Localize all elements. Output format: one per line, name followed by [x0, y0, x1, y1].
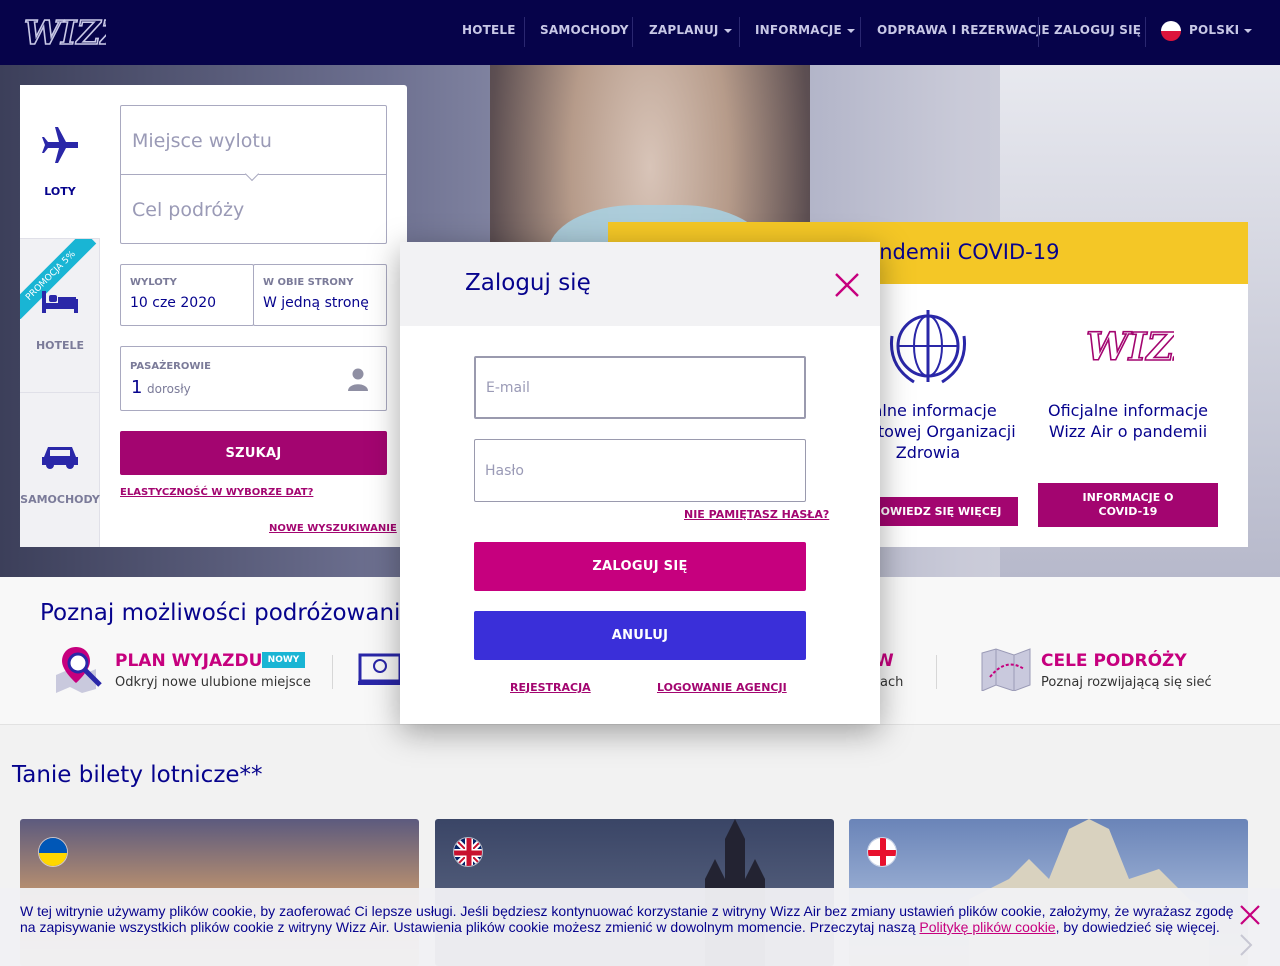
laptop-search-icon — [358, 653, 402, 685]
poland-flag-icon — [1161, 21, 1181, 41]
svg-text:WIZZ: WIZZ — [24, 13, 106, 52]
search-tabs: LOTY PROMOCJA 5% HOTELE SAMOCHODY — [20, 85, 100, 547]
nav-divider — [632, 17, 633, 47]
new-badge: NOWY — [262, 652, 305, 668]
passengers-field[interactable]: PASAŻEROWIE 1 dorosły — [120, 346, 387, 411]
top-navigation: WIZZ HOTELE SAMOCHODY ZAPLANUJ INFORMACJ… — [0, 0, 1280, 65]
cookie-banner: W tej witrynie używamy plików cookie, by… — [0, 888, 1280, 966]
departure-date-label: WYLOTY — [130, 277, 177, 288]
nav-divider — [524, 17, 525, 47]
tab-flights[interactable]: LOTY — [20, 85, 100, 239]
return-date-value: W jedną stronę — [263, 295, 369, 311]
cheap-tickets-title: Tanie bilety lotnicze** — [12, 762, 263, 788]
destinations-title[interactable]: CELE PODRÓŻY — [1041, 651, 1187, 671]
tab-flights-label: LOTY — [44, 185, 76, 198]
destinations-map-icon — [981, 648, 1031, 691]
nav-hotels[interactable]: HOTELE — [462, 23, 516, 37]
map-pin-search-icon — [56, 647, 102, 693]
nav-checkin[interactable]: ODPRAWA I REZERWACJE — [877, 23, 1050, 37]
cookie-text-block: W tej witrynie używamy plików cookie, by… — [20, 903, 1240, 935]
nav-plan[interactable]: ZAPLANUJ — [649, 23, 732, 37]
nav-plan-label: ZAPLANUJ — [649, 23, 719, 37]
search-button[interactable]: SZUKAJ — [120, 431, 387, 475]
chevron-down-icon — [1244, 28, 1253, 33]
cookie-message-tail: , by dowiedzieć się więcej. — [1055, 919, 1220, 935]
plan-trip-subtitle: Odkryj nowe ulubione miejsce — [115, 675, 311, 690]
new-search-link[interactable]: NOWE WYSZUKIWANIE — [269, 523, 397, 534]
nav-divider — [1038, 17, 1039, 47]
close-icon[interactable] — [834, 272, 860, 298]
nav-divider — [860, 17, 861, 47]
language-label: POLSKI — [1189, 23, 1240, 37]
cancel-button[interactable]: ANULUJ — [474, 611, 806, 660]
nav-information-label: INFORMACJE — [755, 23, 842, 37]
password-field[interactable] — [474, 439, 806, 502]
cookie-policy-link[interactable]: Politykę plików cookie — [919, 919, 1055, 935]
email-field[interactable] — [474, 356, 806, 419]
departure-input[interactable]: Miejsce wylotu — [132, 130, 272, 152]
car-icon — [42, 447, 78, 469]
route-fields: Miejsce wylotu Cel podróży — [120, 105, 387, 244]
tab-cars-label: SAMOCHODY — [20, 493, 100, 506]
wizz-covid-button[interactable]: INFORMACJE O COVID-19 — [1038, 483, 1218, 527]
chevron-down-icon — [723, 28, 732, 33]
svg-text:WIZZ: WIZZ — [1086, 324, 1174, 369]
departure-date-value: 10 cze 2020 — [130, 295, 217, 311]
tab-hotels[interactable]: PROMOCJA 5% HOTELE — [20, 239, 100, 393]
chevron-down-icon — [846, 28, 855, 33]
who-logo-icon — [889, 310, 967, 384]
login-button[interactable]: ZALOGUJ SIĘ — [474, 542, 806, 591]
language-selector[interactable]: POLSKI — [1189, 23, 1253, 37]
person-icon — [348, 368, 368, 391]
modal-title: Zaloguj się — [465, 270, 591, 296]
departure-date-field[interactable]: WYLOTY 10 cze 2020 — [120, 264, 254, 326]
agency-login-link[interactable]: LOGOWANIE AGENCJI — [657, 681, 787, 694]
register-link[interactable]: REJESTRACJA — [510, 681, 591, 694]
wizz-info-text: Oficjalne informacje Wizz Air o pandemii — [1047, 401, 1208, 441]
forgot-password-link[interactable]: NIE PAMIĘTASZ HASŁA? — [684, 508, 829, 521]
flight-search-panel: LOTY PROMOCJA 5% HOTELE SAMOCHODY Miejsc… — [20, 85, 407, 547]
cookie-close-icon[interactable] — [1238, 903, 1262, 927]
return-date-field[interactable]: W OBIE STRONY W jedną stronę — [253, 264, 387, 326]
georgia-flag-icon — [867, 837, 897, 867]
feature-divider — [332, 655, 333, 689]
ukraine-flag-icon — [38, 837, 68, 867]
feature-partial-subtitle: ach — [880, 675, 904, 690]
wizz-logo[interactable]: WIZZ — [24, 13, 106, 53]
wizz-covid-logo: WIZZ — [1085, 323, 1174, 370]
chevron-right-icon[interactable] — [1238, 933, 1254, 957]
destination-input[interactable]: Cel podróży — [132, 199, 244, 221]
tab-cars[interactable]: SAMOCHODY — [20, 393, 100, 547]
nav-login[interactable]: ZALOGUJ SIĘ — [1054, 23, 1141, 37]
modal-header: Zaloguj się — [400, 242, 880, 326]
discover-title: Poznaj możliwości podróżowania — [40, 600, 415, 626]
route-pointer — [244, 166, 260, 182]
login-modal: Zaloguj się NIE PAMIĘTASZ HASŁA? ZALOGUJ… — [400, 242, 880, 724]
feature-divider — [936, 655, 937, 689]
return-date-label: W OBIE STRONY — [263, 277, 354, 288]
airplane-icon — [42, 127, 78, 163]
nav-cars[interactable]: SAMOCHODY — [540, 23, 629, 37]
uk-flag-icon — [453, 837, 483, 867]
nav-information[interactable]: INFORMACJE — [755, 23, 855, 37]
tab-hotels-label: HOTELE — [35, 339, 85, 352]
passengers-count: 1 — [131, 377, 143, 398]
passengers-unit: dorosły — [147, 382, 191, 396]
who-learn-more-button[interactable]: OWIEDZ SIĘ WIĘCEJ — [864, 497, 1018, 526]
destinations-subtitle: Poznaj rozwijającą się sieć — [1041, 675, 1212, 690]
nav-divider — [739, 17, 740, 47]
plan-trip-title[interactable]: PLAN WYJAZDU — [115, 651, 262, 671]
nav-divider — [1145, 17, 1146, 47]
passengers-label: PASAŻEROWIE — [130, 361, 211, 372]
bed-icon — [42, 291, 78, 313]
flexible-dates-link[interactable]: ELASTYCZNOŚĆ W WYBORZE DAT? — [120, 487, 313, 498]
